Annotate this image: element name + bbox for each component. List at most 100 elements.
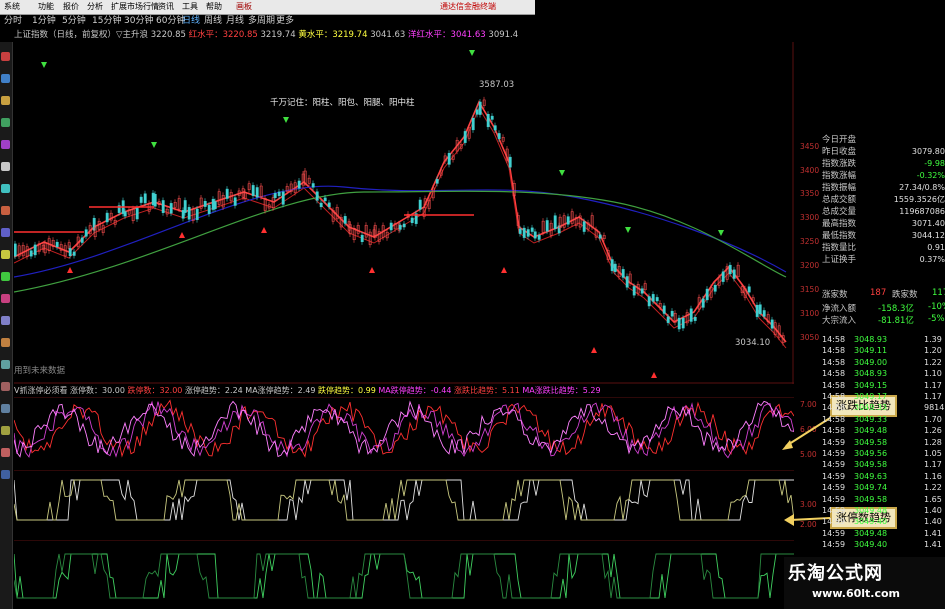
left-toolbar — [0, 42, 13, 609]
candle-body — [14, 243, 17, 257]
period-tabs: 分时 1分钟 5分钟 15分钟 30分钟 60分钟 日线 周线 月线 多周期 更… — [0, 15, 535, 28]
watermark-title: 乐淘公式网 — [788, 563, 883, 584]
toolbar-tool-icon[interactable] — [1, 426, 10, 435]
toolbar-tool-icon[interactable] — [1, 338, 10, 347]
candle-body — [203, 200, 207, 207]
candle-body — [598, 234, 602, 239]
toolbar-tool-icon[interactable] — [1, 184, 10, 193]
toolbar-tool-icon[interactable] — [1, 470, 10, 479]
candle-body — [233, 197, 237, 206]
info-value: -0.32% — [916, 171, 945, 180]
tab-period-1min[interactable]: 1分钟 — [32, 15, 56, 28]
candle-body — [311, 183, 315, 188]
capital-flow-item: 大宗流入 — [822, 316, 857, 326]
sub1-axis-tick: 7.00 — [800, 400, 817, 409]
candle-body — [537, 234, 541, 240]
info-value: 119687086 — [899, 207, 945, 216]
tab-period-daily[interactable]: 日线 — [182, 15, 200, 28]
candle-body — [435, 179, 439, 184]
price-axis-tick: 3100 — [800, 309, 820, 318]
sub-chart-rise-fall-ratio[interactable] — [14, 397, 794, 462]
candle-body — [721, 271, 725, 282]
tab-period-5min[interactable]: 5分钟 — [62, 15, 86, 28]
candle-body — [281, 191, 285, 205]
menu-item-tools[interactable]: 工具 — [182, 1, 198, 13]
menu-item-function[interactable]: 功能 — [38, 1, 54, 13]
toolbar-tool-icon[interactable] — [1, 206, 10, 215]
candle-body — [68, 248, 72, 256]
menu-item-extended-market[interactable]: 扩展市场行情 — [111, 1, 159, 13]
sub-chart-limit-up-count[interactable] — [14, 470, 794, 532]
capital-flow-item: -81.81亿 — [878, 316, 914, 326]
info-label: 总成交量 — [822, 207, 857, 217]
price-axis-tick: 3400 — [800, 166, 820, 175]
tab-period-weekly[interactable]: 周线 — [204, 15, 222, 28]
oscillator-line — [14, 400, 794, 459]
indicator-line: 上证指数（日线，前复权）▽主升浪 3220.85 红水平：3220.85 321… — [14, 29, 534, 42]
candle-body — [582, 221, 586, 232]
toolbar-tool-icon[interactable] — [1, 52, 10, 61]
toolbar-tool-icon[interactable] — [1, 404, 10, 413]
capital-flow-item: -158.3亿 — [878, 304, 914, 314]
candle-body — [508, 156, 512, 168]
toolbar-tool-icon[interactable] — [1, 96, 10, 105]
candle-body — [161, 200, 165, 213]
toolbar-tool-icon[interactable] — [1, 118, 10, 127]
sub-panel-values: 涨停数：30.00 跌停数：32.00 涨停趋势：2.24 MA涨停趋势：2.4… — [70, 386, 601, 395]
info-value: 0.91 — [927, 243, 945, 252]
info-value: 3079.80 — [911, 147, 945, 156]
candle-body — [613, 263, 617, 272]
tab-period-intraday[interactable]: 分时 — [4, 15, 22, 28]
toolbar-tool-icon[interactable] — [1, 360, 10, 369]
tab-period-30min[interactable]: 30分钟 — [124, 15, 153, 28]
breadth-item: 跌家数 — [892, 290, 918, 300]
high-price-label: 3587.03 — [479, 80, 515, 90]
candle-body — [530, 227, 534, 232]
toolbar-tool-icon[interactable] — [1, 382, 10, 391]
info-value: 3071.40 — [911, 219, 945, 228]
capital-flow-item: 净流入额 — [822, 304, 857, 314]
candle-body — [493, 125, 497, 131]
info-label: 指数量比 — [822, 243, 857, 253]
candle-body — [497, 133, 501, 139]
candle-body — [522, 227, 526, 238]
menu-item-news[interactable]: 资讯 — [158, 1, 174, 13]
indicator-value: 3091.4 — [488, 30, 519, 40]
sub-chart-limit-trend[interactable] — [14, 540, 794, 609]
capital-flow-item: -5% — [928, 314, 945, 324]
candle-body — [29, 250, 33, 257]
toolbar-tool-icon[interactable] — [1, 250, 10, 259]
info-value: 3044.12 — [911, 231, 945, 240]
menu-item-system[interactable]: 系统 — [4, 1, 20, 13]
candle-body — [732, 269, 736, 279]
tab-period-monthly[interactable]: 月线 — [226, 15, 244, 28]
app-brand-title: 通达信金融终端 — [440, 2, 496, 11]
menu-item-quote[interactable]: 报价 — [63, 1, 79, 13]
candle-body — [139, 196, 143, 203]
candle-body — [770, 319, 774, 329]
candle-body — [670, 310, 674, 317]
main-candlestick-chart[interactable] — [14, 42, 794, 384]
toolbar-tool-icon[interactable] — [1, 272, 10, 281]
toolbar-tool-icon[interactable] — [1, 448, 10, 457]
menu-item-help[interactable]: 帮助 — [206, 1, 222, 13]
toolbar-tool-icon[interactable] — [1, 294, 10, 303]
toolbar-tool-icon[interactable] — [1, 316, 10, 325]
candle-body — [297, 180, 301, 189]
menu-item-analysis[interactable]: 分析 — [87, 1, 103, 13]
price-axis-tick: 3300 — [800, 213, 820, 222]
candle-body — [72, 251, 76, 256]
toolbar-tool-icon[interactable] — [1, 162, 10, 171]
candle-body — [360, 234, 364, 242]
toolbar-tool-icon[interactable] — [1, 228, 10, 237]
menu-badge-drawing[interactable]: 画板 — [236, 1, 252, 13]
candle-body — [327, 202, 331, 207]
tab-period-multi[interactable]: 多周期 — [248, 15, 275, 28]
indicator-values: 3220.85 红水平：3220.85 3219.74 黄水平：3219.74 … — [151, 30, 518, 40]
toolbar-tool-icon[interactable] — [1, 74, 10, 83]
sub-panel-value: 涨停趋势：2.24 — [184, 386, 246, 395]
tab-period-15min[interactable]: 15分钟 — [92, 15, 121, 28]
tab-period-more[interactable]: 更多 — [276, 15, 294, 28]
future-data-caption: 用到未来数据 — [14, 366, 66, 376]
toolbar-tool-icon[interactable] — [1, 140, 10, 149]
